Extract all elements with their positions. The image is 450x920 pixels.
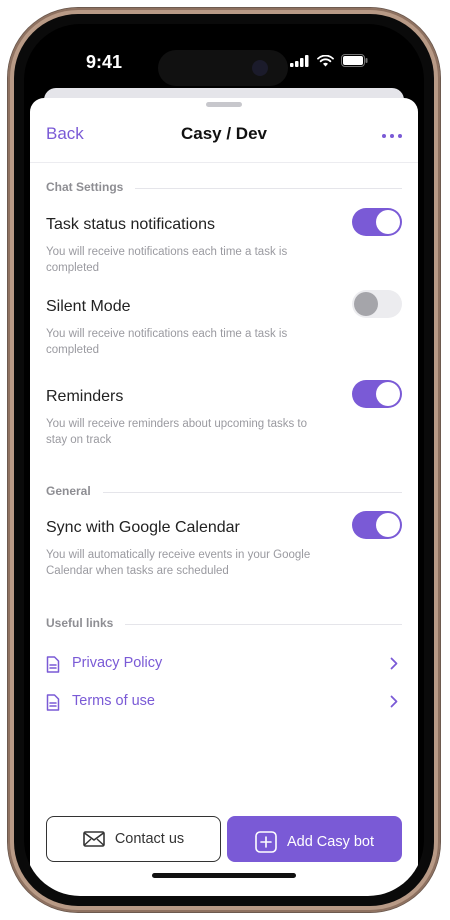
contact-us-button[interactable]: Contact us <box>46 816 221 862</box>
section-label: Chat Settings <box>46 180 136 194</box>
nav-bar: Back Casy / Dev <box>30 112 418 163</box>
signal-icon <box>290 54 309 67</box>
button-label: Add Casy bot <box>286 834 375 850</box>
toggle-knob <box>354 292 378 316</box>
add-casy-bot-button[interactable]: Add Casy bot <box>227 816 402 862</box>
more-icon[interactable] <box>382 134 402 138</box>
home-indicator[interactable] <box>152 873 296 878</box>
google-calendar-toggle[interactable] <box>352 511 402 539</box>
silent-mode-toggle[interactable] <box>352 290 402 318</box>
section-general: General <box>46 484 402 504</box>
screen: 9:41 Back Casy / Dev Chat Settings Task … <box>24 24 424 896</box>
page-title: Casy / Dev <box>181 124 267 143</box>
button-label: Contact us <box>114 831 185 847</box>
camera-icon <box>252 60 268 76</box>
task-status-toggle[interactable] <box>352 208 402 236</box>
dynamic-island <box>158 50 288 86</box>
section-chat-settings: Chat Settings <box>46 180 402 200</box>
button-content: Contact us <box>47 831 220 847</box>
toggle-knob <box>376 210 400 234</box>
setting-description: You will receive reminders about upcomin… <box>46 418 308 446</box>
link-terms-of-use[interactable]: Terms of use <box>46 690 402 716</box>
setting-description: You will automatically receive events in… <box>46 549 311 577</box>
setting-name: Reminders <box>46 388 124 405</box>
chevron-right-icon <box>390 695 398 708</box>
phone-bezel: 9:41 Back Casy / Dev Chat Settings Task … <box>14 14 434 906</box>
sheet-grabber[interactable] <box>206 102 242 107</box>
settings-sheet: Back Casy / Dev Chat Settings Task statu… <box>30 98 418 896</box>
setting-name: Task status notifications <box>46 216 215 233</box>
setting-description: You will receive notifications each time… <box>46 328 288 356</box>
phone-frame: 9:41 Back Casy / Dev Chat Settings Task … <box>8 8 440 912</box>
section-label: General <box>46 484 103 498</box>
status-bar: 9:41 <box>24 24 424 96</box>
document-icon <box>46 656 60 673</box>
battery-icon <box>341 54 368 67</box>
toggle-knob <box>376 382 400 406</box>
toggle-knob <box>376 513 400 537</box>
reminders-toggle[interactable] <box>352 380 402 408</box>
setting-name: Silent Mode <box>46 298 131 315</box>
envelope-icon <box>83 831 105 847</box>
link-label: Privacy Policy <box>72 655 163 671</box>
link-privacy-policy[interactable]: Privacy Policy <box>46 652 402 678</box>
wifi-icon <box>317 54 334 66</box>
section-label: Useful links <box>46 616 126 630</box>
setting-name: Sync with Google Calendar <box>46 519 240 536</box>
status-time: 9:41 <box>86 52 123 72</box>
chevron-right-icon <box>390 657 398 670</box>
link-label: Terms of use <box>72 693 155 709</box>
status-icons <box>290 54 368 67</box>
section-useful-links: Useful links <box>46 616 402 636</box>
button-content: Add Casy bot <box>228 831 401 853</box>
setting-description: You will receive notifications each time… <box>46 246 288 274</box>
document-icon <box>46 694 60 711</box>
plus-square-icon <box>255 831 277 853</box>
